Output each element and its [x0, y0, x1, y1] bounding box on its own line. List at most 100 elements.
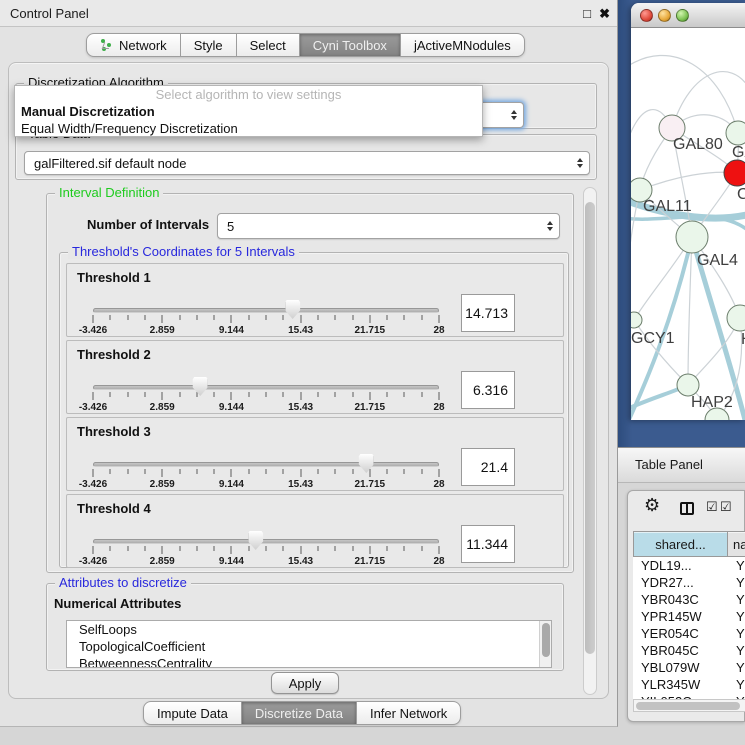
close-traffic-light-icon[interactable] — [640, 9, 653, 22]
slider-tick — [387, 469, 388, 474]
network-window-titlebar[interactable] — [631, 3, 745, 28]
attributes-list-scrollbar-thumb[interactable] — [542, 623, 550, 657]
table-row[interactable]: YDL19...YDL1 — [633, 557, 745, 574]
slider-tick — [196, 546, 197, 551]
slider-tick — [404, 315, 405, 320]
tab-cyni-toolbox[interactable]: Cyni Toolbox — [300, 33, 401, 57]
slider-tick — [421, 469, 422, 474]
table-row[interactable]: YLR345WYLR3 — [633, 676, 745, 693]
close-window-icon[interactable]: ✖ — [599, 0, 610, 27]
slider-tick — [179, 469, 180, 474]
tab-select[interactable]: Select — [237, 33, 300, 57]
network-node-hap2[interactable] — [677, 374, 699, 396]
column-header-shared-name[interactable]: shared... — [633, 531, 728, 557]
slider-tick — [352, 315, 353, 320]
network-node-h[interactable] — [727, 305, 745, 331]
attribute-item-topologicalcoefficient[interactable]: TopologicalCoefficient — [67, 638, 551, 655]
tab-style[interactable]: Style — [181, 33, 237, 57]
cell-name: YER0 — [736, 625, 745, 642]
thresholds-group-title: Threshold's Coordinates for 5 Intervals — [68, 244, 299, 259]
slider-tick — [214, 469, 215, 474]
column-header-name[interactable]: na — [728, 531, 745, 557]
table-horizontal-scrollbar[interactable] — [633, 699, 745, 712]
table-data-combobox[interactable]: galFiltered.sif default node — [24, 151, 590, 175]
slider-tick — [404, 546, 405, 551]
number-of-intervals-combobox[interactable]: 5 — [217, 213, 560, 239]
network-node-c[interactable] — [724, 160, 745, 186]
threshold-label: Threshold 4 — [77, 501, 151, 516]
content-scrollbar[interactable] — [583, 187, 597, 695]
numerical-attributes-list[interactable]: SelfLoopsTopologicalCoefficientBetweenne… — [66, 620, 552, 668]
attribute-item-betweennesscentrality[interactable]: BetweennessCentrality — [67, 655, 551, 668]
cell-name: YPR1 — [736, 608, 745, 625]
threshold-slider[interactable]: -3.4262.8599.14415.4321.71528 — [93, 531, 439, 567]
table-horizontal-scrollbar-thumb[interactable] — [636, 702, 740, 710]
table-header-row: shared... na — [633, 531, 745, 557]
network-node-gcy1[interactable] — [631, 312, 642, 328]
slider-track[interactable] — [93, 308, 439, 313]
network-node-gal4[interactable] — [676, 221, 708, 253]
zoom-traffic-light-icon[interactable] — [676, 9, 689, 22]
threshold-value-field[interactable]: 21.4 — [461, 448, 515, 486]
slider-tick — [248, 315, 249, 320]
attributes-list-scrollbar[interactable] — [539, 621, 551, 667]
combo-stepper-icon — [547, 221, 553, 231]
slider-thumb[interactable] — [248, 531, 263, 550]
minimize-traffic-light-icon[interactable] — [658, 9, 671, 22]
threshold-value-field[interactable]: 6.316 — [461, 371, 515, 409]
threshold-value-field[interactable]: 14.713 — [461, 294, 515, 332]
tab-network[interactable]: Network — [86, 33, 181, 57]
slider-tick — [266, 546, 267, 551]
slider-tick — [421, 392, 422, 397]
tab-label: Network — [119, 38, 167, 53]
popup-item-manual-discretization[interactable]: Manual Discretization — [15, 103, 482, 120]
slider-tick — [352, 469, 353, 474]
threshold-value-field[interactable]: 11.344 — [461, 525, 515, 563]
apply-button[interactable]: Apply — [271, 672, 339, 694]
cell-name: YLR3 — [736, 676, 745, 693]
popup-item-select-algorithm-to-view-settings[interactable]: Select algorithm to view settings — [15, 86, 482, 103]
float-window-icon[interactable]: □ — [583, 0, 591, 27]
table-row[interactable]: YBR045CYBR0 — [633, 642, 745, 659]
tab-label: Style — [194, 38, 223, 53]
table-row[interactable]: YER054CYER0 — [633, 625, 745, 642]
slider-tick-label: 21.715 — [355, 402, 386, 413]
table-row[interactable]: YPR145WYPR1 — [633, 608, 745, 625]
network-canvas[interactable]: GAL80GACGAL11GAL4GCY1HHAP2 — [631, 28, 745, 420]
slider-thumb[interactable] — [193, 377, 208, 396]
slider-thumb[interactable] — [359, 454, 374, 473]
slider-tick — [439, 392, 440, 400]
network-node-label: GAL80 — [673, 136, 723, 154]
table-row[interactable]: YBR043CYBR0 — [633, 591, 745, 608]
popup-item-equal-width-frequency-discretization[interactable]: Equal Width/Frequency Discretization — [15, 120, 482, 137]
checkbox-icon[interactable]: ☑ — [706, 499, 718, 515]
attribute-item-selfloops[interactable]: SelfLoops — [67, 621, 551, 638]
columns-icon[interactable] — [680, 502, 694, 515]
table-row[interactable]: YDR27...YDR2 — [633, 574, 745, 591]
control-panel: Control Panel □ ✖ NetworkStyleSelectCyni… — [0, 0, 618, 727]
slider-thumb[interactable] — [285, 300, 300, 319]
cell-name: YDL1 — [736, 557, 745, 574]
slider-tick-label: 28 — [433, 556, 444, 567]
slider-tick — [214, 392, 215, 397]
threshold-slider[interactable]: -3.4262.8599.14415.4321.71528 — [93, 454, 439, 490]
table-body[interactable]: YDL19...YDL1YDR27...YDR2YBR043CYBR0YPR14… — [633, 557, 745, 699]
checkbox-icon[interactable]: ☑ — [720, 499, 732, 515]
slider-track[interactable] — [93, 539, 439, 544]
slider-tick — [179, 392, 180, 397]
threshold-slider[interactable]: -3.4262.8599.14415.4321.71528 — [93, 300, 439, 336]
slider-tick — [162, 469, 163, 477]
table-row[interactable]: YBL079WYBL0 — [633, 659, 745, 676]
tab-jactivemnodules[interactable]: jActiveMNodules — [401, 33, 525, 57]
tab-impute-data[interactable]: Impute Data — [143, 701, 242, 725]
content-scrollbar-thumb[interactable] — [585, 202, 595, 654]
threshold-slider[interactable]: -3.4262.8599.14415.4321.71528 — [93, 377, 439, 413]
tab-infer-network[interactable]: Infer Network — [357, 701, 461, 725]
gear-icon[interactable]: ⚙ — [644, 495, 660, 516]
slider-track[interactable] — [93, 385, 439, 390]
slider-tick — [144, 392, 145, 397]
slider-track[interactable] — [93, 462, 439, 467]
threshold-label: Threshold 3 — [77, 424, 151, 439]
network-node-ga[interactable] — [726, 121, 745, 145]
tab-discretize-data[interactable]: Discretize Data — [242, 701, 357, 725]
